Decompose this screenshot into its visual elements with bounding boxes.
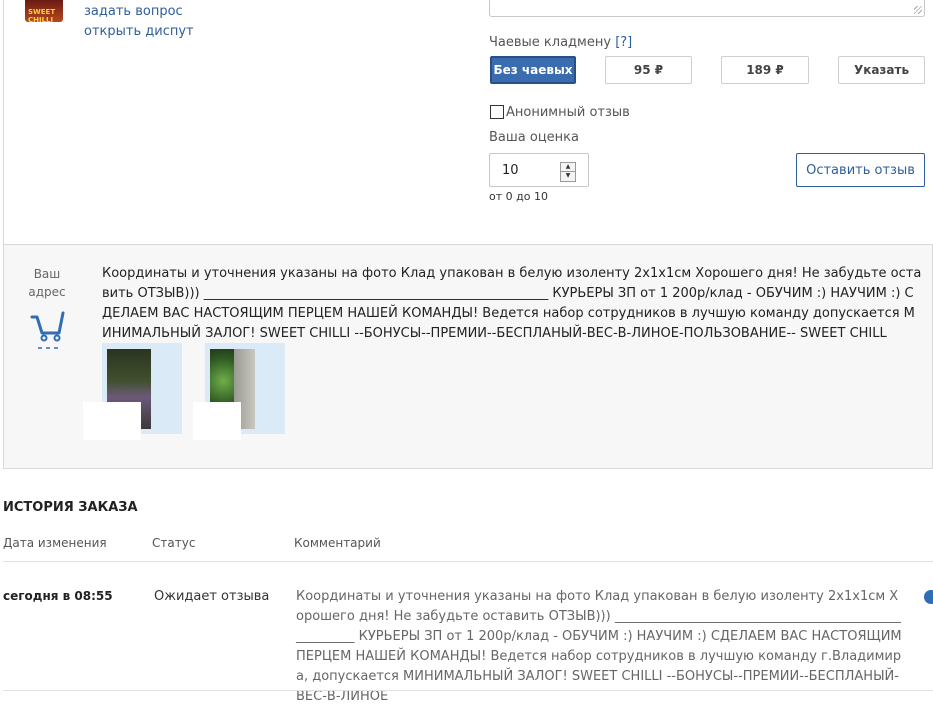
rating-hint: от 0 до 10 [489,190,548,203]
history-row-divider [3,690,933,691]
stepper-down-icon[interactable]: ▼ [561,171,575,180]
avatar-logo-text: SWEET CHILLI [28,8,56,22]
tips-label: Чаевые кладмену [?] [489,35,632,50]
open-dispute-link[interactable]: открыть диспут [84,24,194,39]
history-header-divider [3,561,933,562]
history-title: ИСТОРИЯ ЗАКАЗА [3,500,138,515]
rating-value: 10 [502,163,519,178]
anonymous-checkbox[interactable] [490,105,504,119]
col-comment-header: Комментарий [294,536,381,550]
history-row-status: Ожидает отзыва [154,589,270,604]
cart-icon [30,311,65,349]
col-status-header: Статус [152,536,196,550]
address-label-line1: Ваш [33,267,61,281]
col-date-header: Дата изменения [3,536,107,550]
ask-question-link[interactable]: задать вопрос [84,4,183,19]
status-dot-icon [924,590,933,604]
seller-avatar: SWEET CHILLI [25,0,63,22]
submit-review-button[interactable]: Оставить отзыв [796,153,925,187]
review-textarea[interactable] [489,0,925,17]
address-text: Координаты и уточнения указаны на фото К… [102,266,922,341]
tips-help-link[interactable]: [?] [615,35,632,50]
photo-1-caption-blank [83,402,141,440]
tips-label-text: Чаевые кладмену [489,35,612,50]
rating-input[interactable]: 10 ▲ ▼ [489,153,589,187]
rating-stepper[interactable]: ▲ ▼ [560,162,576,182]
history-row-comment: Координаты и уточнения указаны на фото К… [296,589,902,704]
tip-95-button[interactable]: 95 ₽ [605,56,692,84]
history-row-date: сегодня в 08:55 [3,589,113,603]
rating-label: Ваша оценка [489,130,579,145]
address-label-line2: адрес [28,285,66,299]
resize-grip-icon[interactable] [914,6,922,14]
photo-2-caption-blank [193,402,241,440]
anonymous-label: Анонимный отзыв [506,105,630,120]
tip-custom-button[interactable]: Указать [838,56,925,84]
address-label: Ваш адрес [27,265,67,301]
stepper-up-icon[interactable]: ▲ [561,163,575,171]
tip-none-button[interactable]: Без чаевых [490,56,576,84]
tip-189-button[interactable]: 189 ₽ [721,56,809,84]
